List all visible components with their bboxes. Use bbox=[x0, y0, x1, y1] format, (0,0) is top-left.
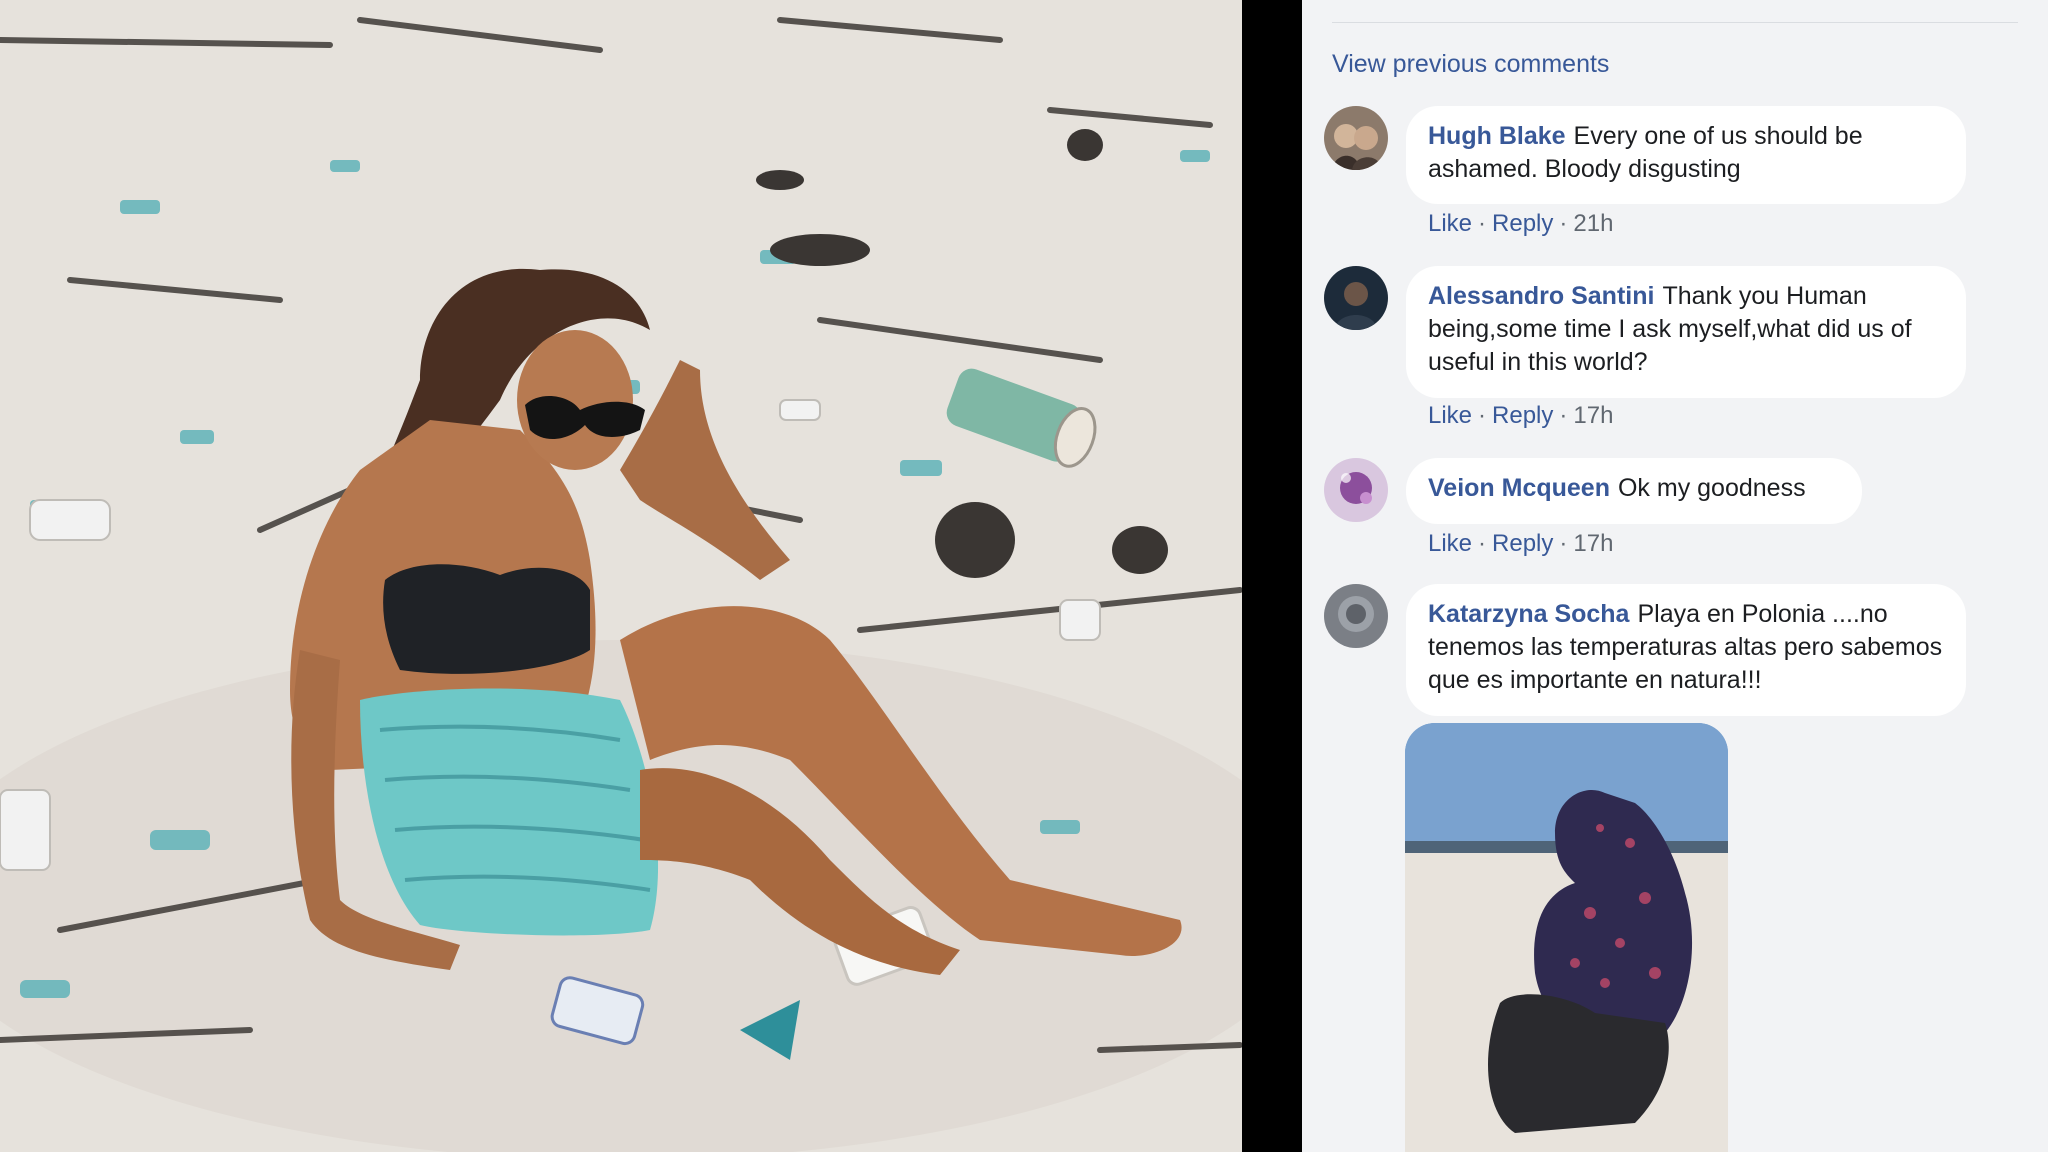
reply-link[interactable]: Reply bbox=[1492, 530, 1553, 557]
comment-time[interactable]: 17h bbox=[1573, 530, 1613, 557]
separator-line bbox=[1332, 22, 2018, 23]
comment-bubble: Alessandro Santini Thank you Human being,… bbox=[1406, 266, 1966, 398]
like-link[interactable]: Like bbox=[1428, 530, 1472, 557]
comment-actions: Like · Reply · 21h bbox=[1428, 210, 1613, 238]
avatar[interactable] bbox=[1324, 266, 1388, 330]
dot-separator: · bbox=[1559, 402, 1568, 429]
comment-author[interactable]: Alessandro Santini bbox=[1428, 282, 1654, 310]
comment-time[interactable]: 17h bbox=[1573, 402, 1613, 429]
comment-actions: Like · Reply · 17h bbox=[1428, 402, 1613, 430]
comment-bubble: Katarzyna Socha Playa en Polonia ....no t… bbox=[1406, 584, 1966, 716]
post-photo[interactable] bbox=[0, 0, 1242, 1152]
comment-author[interactable]: Katarzyna Socha bbox=[1428, 600, 1629, 628]
comment-bubble: Hugh Blake Every one of us should be asha… bbox=[1406, 106, 1966, 204]
avatar[interactable] bbox=[1324, 458, 1388, 522]
comment-author[interactable]: Hugh Blake bbox=[1428, 122, 1566, 150]
comment-actions: Like · Reply · 17h bbox=[1428, 530, 1613, 558]
beach-trash-photo bbox=[0, 0, 1242, 1152]
like-link[interactable]: Like bbox=[1428, 210, 1472, 237]
avatar[interactable] bbox=[1324, 584, 1388, 648]
comment-author[interactable]: Veion Mcqueen bbox=[1428, 474, 1610, 502]
like-link[interactable]: Like bbox=[1428, 402, 1472, 429]
avatar[interactable] bbox=[1324, 106, 1388, 170]
beach-child-photo bbox=[1405, 723, 1728, 1152]
comment-time[interactable]: 21h bbox=[1573, 210, 1613, 237]
reply-link[interactable]: Reply bbox=[1492, 402, 1553, 429]
reply-link[interactable]: Reply bbox=[1492, 210, 1553, 237]
divider bbox=[1242, 0, 1302, 1152]
dot-separator: · bbox=[1559, 210, 1568, 237]
dot-separator: · bbox=[1559, 530, 1568, 557]
comment-text: Ok my goodness bbox=[1617, 474, 1806, 502]
dot-separator: · bbox=[1478, 530, 1487, 557]
comment-attachment-photo[interactable] bbox=[1405, 723, 1728, 1152]
view-previous-comments-link[interactable]: View previous comments bbox=[1332, 50, 1609, 79]
dot-separator: · bbox=[1478, 210, 1487, 237]
dot-separator: · bbox=[1478, 402, 1487, 429]
comment-bubble: Veion Mcqueen Ok my goodness bbox=[1406, 458, 1862, 524]
